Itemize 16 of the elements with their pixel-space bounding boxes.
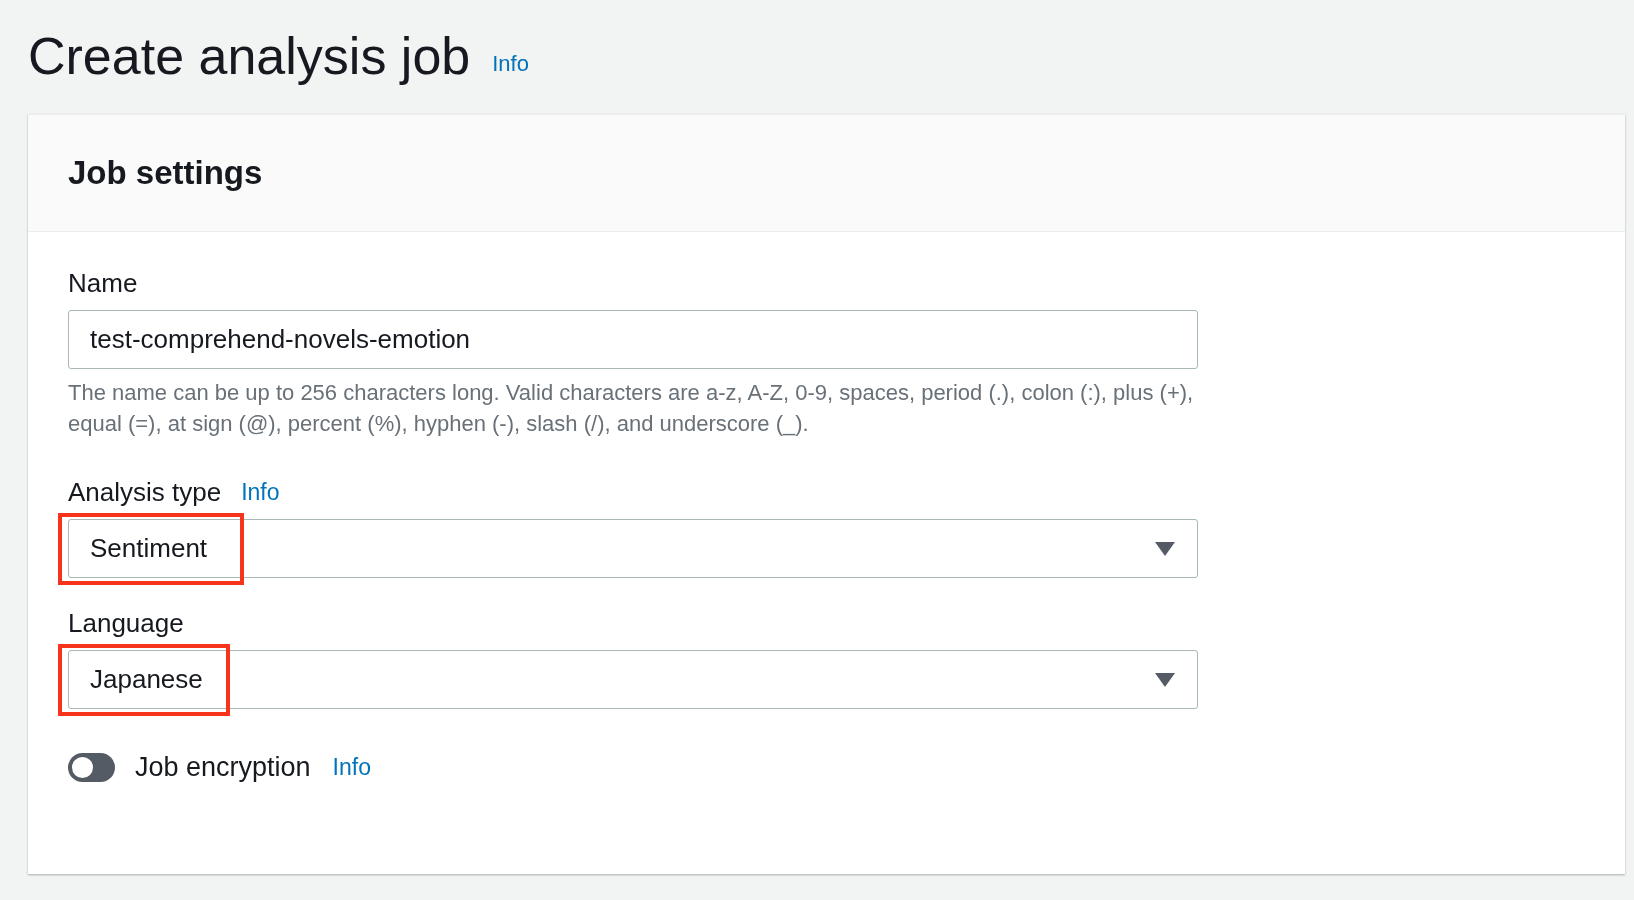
help-text: The name can be up to 256 characters long. Valid characters are a-z, A-Z, 0-9, spaces, period (.), colon (:), plus (+), equal (=), at sign (@), percent (%), hyphen (-), slash (/), and underscore (_). (68, 379, 1195, 438)
field-label: Name (68, 267, 139, 300)
caret-icon (1154, 540, 1176, 557)
field-label: Analysis type (68, 475, 222, 509)
info-link[interactable]: Info (492, 47, 529, 80)
info-link[interactable]: Info (332, 750, 371, 785)
dropdown-select[interactable]: Sentiment (68, 519, 1198, 578)
caret-icon (1154, 671, 1176, 688)
field-label: Language (68, 606, 184, 640)
info-link[interactable]: Info (241, 474, 280, 510)
toggle-switch[interactable] (68, 752, 115, 782)
card-title: Job settings (68, 153, 263, 194)
page-title: Create analysis job (28, 26, 471, 87)
name-input[interactable]: test-comprehend-novels-emotion (68, 310, 1198, 369)
dropdown-select[interactable]: Japanese (68, 650, 1198, 709)
toggle-label: Job encryption (135, 751, 311, 784)
